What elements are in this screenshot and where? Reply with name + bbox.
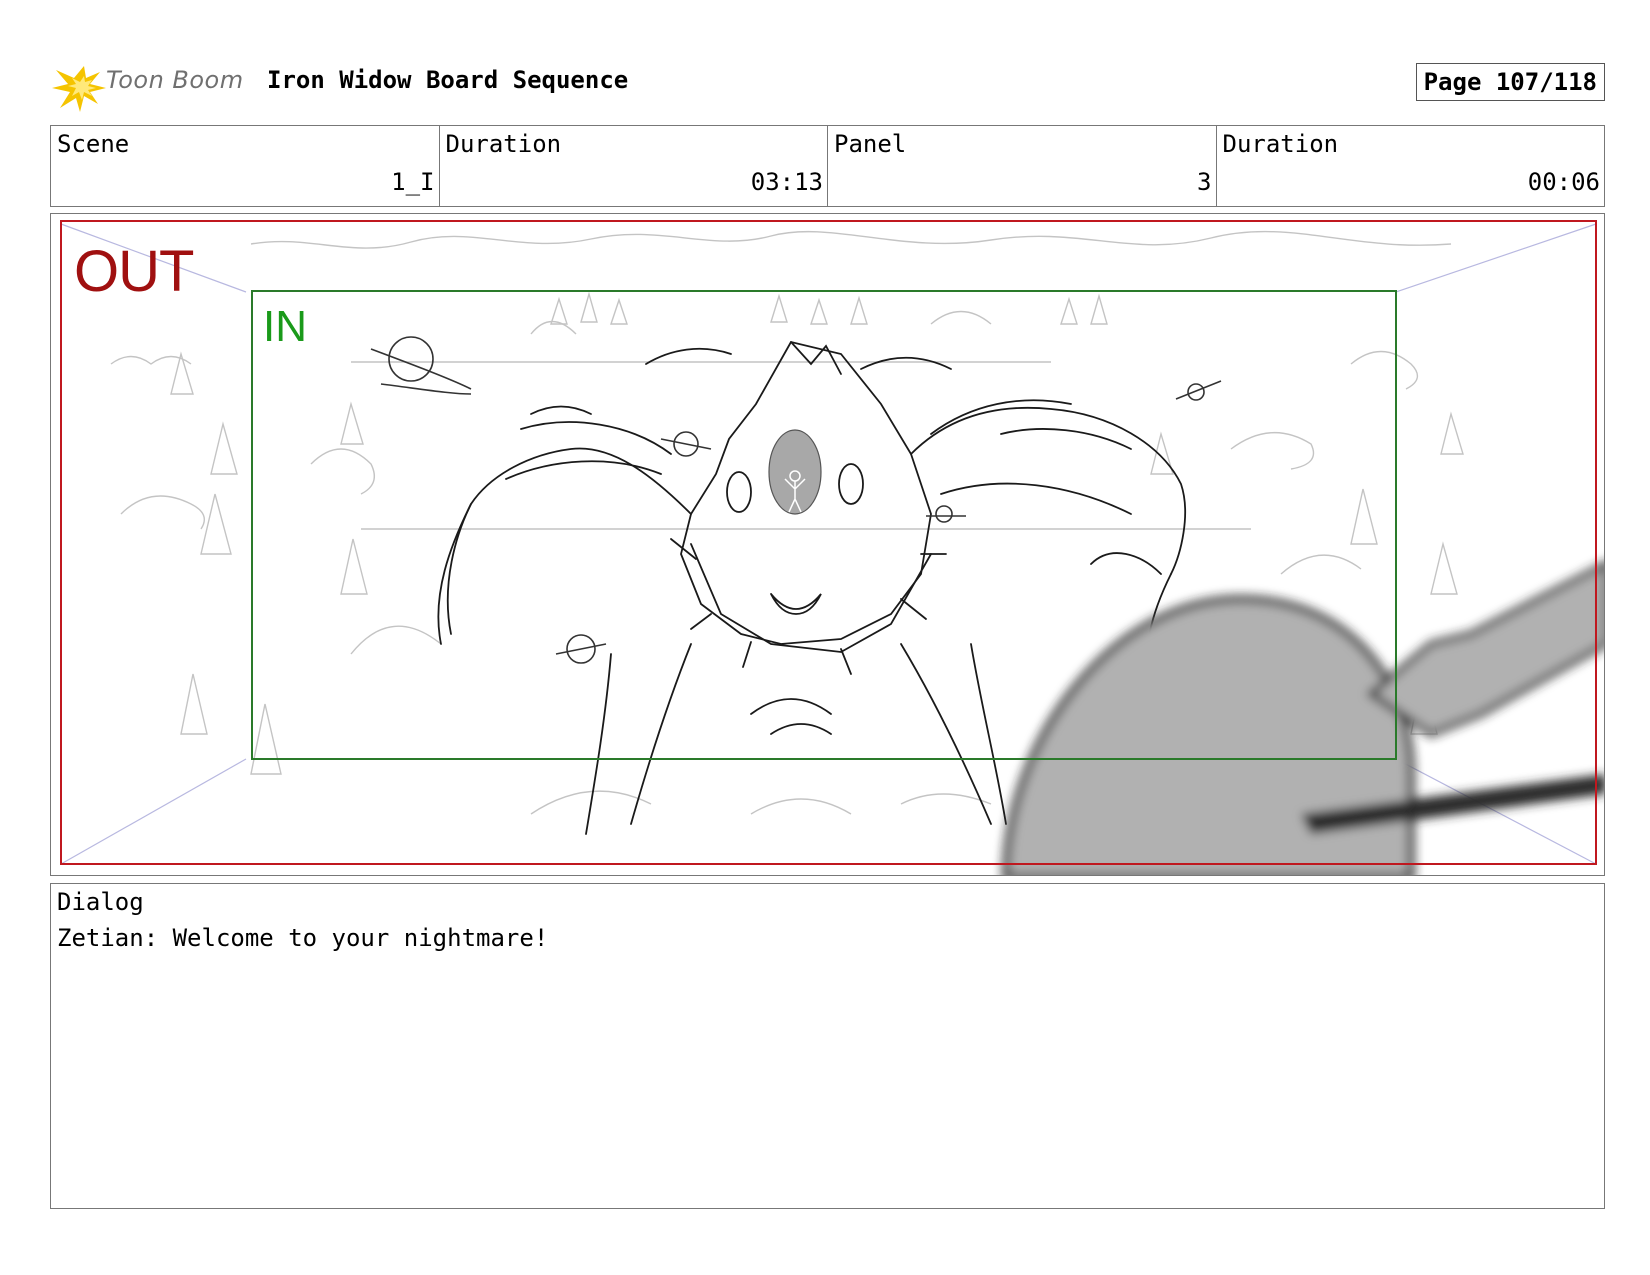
scene-cell: Scene 1_I (51, 126, 440, 206)
scene-label: Scene (57, 130, 130, 158)
scene-duration-label: Duration (445, 130, 562, 158)
foreground-blur-object (1002, 561, 1604, 875)
panel-duration-value: 00:06 (1527, 168, 1600, 196)
scene-value: 1_I (391, 168, 435, 196)
starburst-icon (52, 66, 106, 112)
toon-boom-logo: Toon Boom (50, 58, 250, 114)
scene-duration-value: 03:13 (750, 168, 823, 196)
storyboard-panel: OUT IN (50, 213, 1605, 876)
document-title: Iron Widow Board Sequence (267, 66, 629, 94)
panel-cell: Panel 3 (828, 126, 1217, 206)
page-indicator: Page 107/118 (1415, 63, 1605, 101)
logo-text: Toon Boom (106, 66, 244, 94)
out-frame-label: OUT (74, 239, 194, 304)
info-table: Scene 1_I Duration 03:13 Panel 3 Duratio… (50, 125, 1605, 207)
panel-duration-cell: Duration 00:06 (1217, 126, 1605, 206)
dialog-box: Dialog Zetian: Welcome to your nightmare… (50, 883, 1605, 1209)
third-eye (768, 429, 822, 515)
dialog-label: Dialog (57, 888, 144, 916)
panel-duration-label: Duration (1222, 130, 1339, 158)
scene-duration-cell: Duration 03:13 (440, 126, 828, 206)
dialog-text: Zetian: Welcome to your nightmare! (57, 924, 549, 952)
in-frame-label: IN (263, 302, 307, 351)
panel-label: Panel (834, 130, 907, 158)
panel-value: 3 (1197, 168, 1212, 196)
header: Toon Boom Iron Widow Board Sequence Page… (50, 58, 1605, 114)
